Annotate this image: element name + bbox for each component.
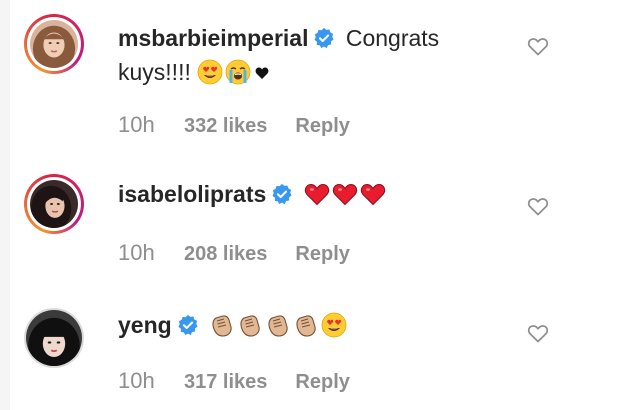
profile-photo-image <box>26 310 82 366</box>
clapping-hands-emoji-icon <box>265 312 291 338</box>
timestamp: 10h <box>118 368 155 393</box>
heart-outline-icon[interactable] <box>526 34 550 58</box>
black-heart-emoji-icon <box>255 66 269 80</box>
profile-photo <box>30 180 78 228</box>
comment-meta: 10h 208 likes Reply <box>118 240 350 266</box>
loudly-crying-emoji-icon <box>225 59 251 85</box>
verified-badge-icon <box>271 183 293 205</box>
verified-badge-icon <box>313 27 335 49</box>
reply-button[interactable]: Reply <box>295 115 349 138</box>
avatar[interactable] <box>24 14 84 74</box>
comment-meta: 10h 332 likes Reply <box>118 112 350 138</box>
reply-button[interactable]: Reply <box>295 371 349 394</box>
red-heart-emoji-icon <box>360 181 386 207</box>
comment-meta: 10h 317 likes Reply <box>118 368 350 394</box>
likes-count-link[interactable]: 332 likes <box>184 115 267 138</box>
comment-list: msbarbieimperial Congrats kuys!!!! 10h 33… <box>0 0 628 410</box>
profile-photo-image <box>30 20 78 68</box>
heart-eyes-emoji-icon <box>321 312 347 338</box>
likes-count-link[interactable]: 317 likes <box>184 371 267 394</box>
heart-eyes-emoji-icon <box>197 59 223 85</box>
verified-badge-icon <box>177 314 199 336</box>
profile-photo-image <box>30 180 78 228</box>
username-link[interactable]: msbarbieimperial <box>118 25 308 51</box>
clapping-hands-emoji-icon <box>293 312 319 338</box>
clapping-hands-emoji-icon <box>209 312 235 338</box>
likes-count-link[interactable]: 208 likes <box>184 243 267 266</box>
heart-outline-icon[interactable] <box>526 321 550 345</box>
timestamp: 10h <box>118 112 155 137</box>
red-heart-emoji-icon <box>304 181 330 207</box>
avatar[interactable] <box>24 308 84 368</box>
comment-text: msbarbieimperial Congrats kuys!!!! <box>118 21 518 89</box>
reply-button[interactable]: Reply <box>295 243 349 266</box>
comment-text: isabeloliprats <box>118 177 518 211</box>
avatar[interactable] <box>24 174 84 234</box>
username-link[interactable]: isabeloliprats <box>118 181 266 207</box>
heart-outline-icon[interactable] <box>526 194 550 218</box>
profile-photo <box>30 20 78 68</box>
clapping-hands-emoji-icon <box>237 312 263 338</box>
red-heart-emoji-icon <box>332 181 358 207</box>
comment-text: yeng <box>118 308 518 342</box>
username-link[interactable]: yeng <box>118 312 172 338</box>
timestamp: 10h <box>118 240 155 265</box>
profile-photo <box>26 310 82 366</box>
